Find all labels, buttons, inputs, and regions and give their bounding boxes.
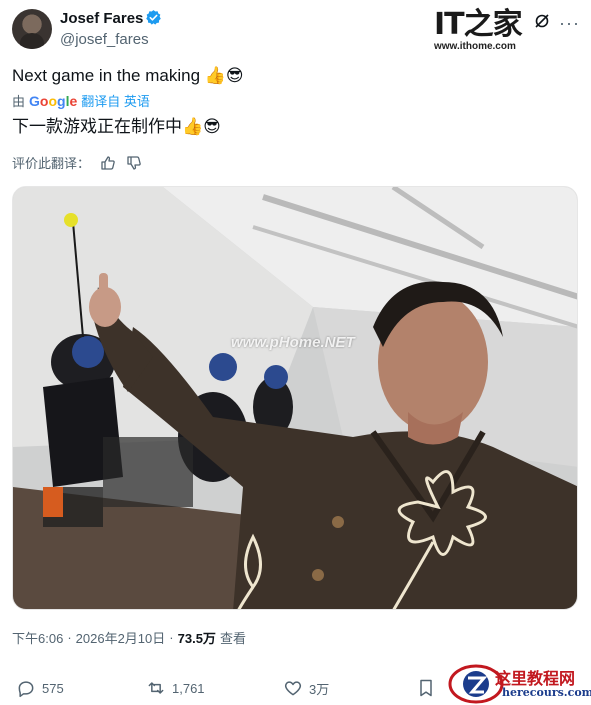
views-label: 查看 [219, 631, 246, 646]
tweet-text: Next game in the making 👍😎 [12, 66, 244, 85]
reply-button[interactable]: 575 [16, 678, 64, 698]
photo-watermark: www.pHome.NET [231, 334, 355, 351]
google-logo: Google [29, 92, 78, 109]
bookmark-icon [420, 679, 432, 697]
heart-icon [284, 681, 302, 696]
thumbs-down-icon[interactable] [126, 155, 142, 171]
reply-icon [18, 681, 34, 698]
repost-button[interactable]: 1,761 [146, 678, 205, 698]
like-count: 3万 [309, 681, 330, 697]
herecours-url: herecours.com [502, 686, 591, 699]
meta-separator: · [67, 630, 72, 645]
translated-by: 由 Google 翻译自 英语 [12, 91, 150, 110]
tweet-photo[interactable] [12, 186, 578, 610]
avatar[interactable] [12, 9, 52, 49]
repost-icon [148, 682, 164, 694]
views-count: 73.5万 [177, 631, 216, 646]
like-button[interactable]: 3万 [283, 678, 329, 698]
tweet-date[interactable]: 2026年2月10日 [76, 628, 166, 647]
rate-translation-label: 评价此翻译： [12, 156, 91, 171]
ithome-url: www.ithome.com [434, 41, 516, 52]
translated-from-link[interactable]: 翻译自 英语 [81, 91, 150, 110]
verified-badge-icon [146, 10, 161, 25]
grok-icon[interactable] [534, 13, 550, 29]
translated-prefix: 由 [12, 94, 26, 109]
bookmark-button[interactable] [416, 678, 436, 698]
rate-translation-row: 评价此翻译： [12, 153, 142, 172]
tweet-time[interactable]: 下午6:06 [12, 628, 63, 647]
tweet-meta: 下午6:06 · 2026年2月10日 · 73.5万 查看 [12, 628, 246, 647]
repost-count: 1,761 [172, 680, 205, 696]
meta-separator-2: · [169, 630, 174, 645]
ithome-logo-text: IT之家 [434, 7, 523, 42]
more-options-icon[interactable]: ··· [559, 13, 580, 34]
translated-text: 下一款游戏正在制作中👍😎 [12, 117, 221, 136]
author-name[interactable]: Josef Fares [60, 10, 143, 27]
author-handle[interactable]: @josef_fares [60, 31, 149, 48]
thumbs-up-icon[interactable] [100, 155, 116, 171]
reply-count: 575 [42, 680, 64, 696]
